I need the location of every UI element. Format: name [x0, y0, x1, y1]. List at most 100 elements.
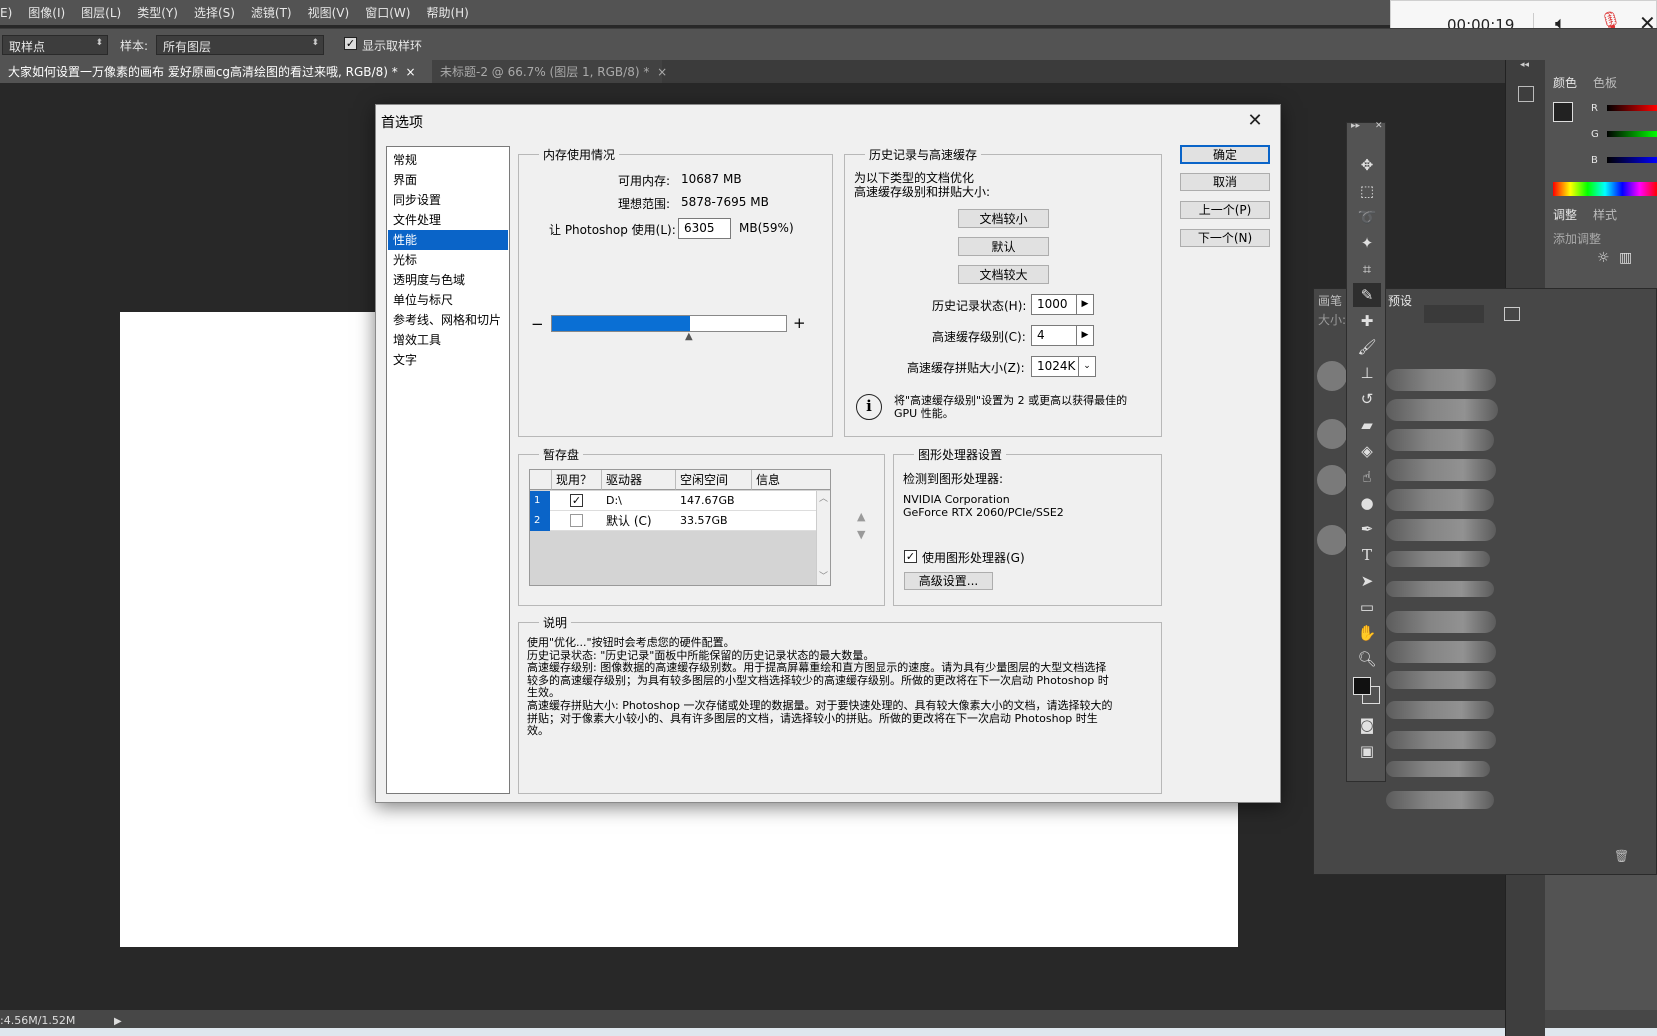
optimize-large-docs-button[interactable]: 文档较大 [958, 265, 1049, 284]
eraser-tool-icon[interactable]: ▰ [1353, 413, 1381, 437]
pen-tool-icon[interactable]: ✒ [1353, 517, 1381, 541]
tab-styles[interactable]: 样式 [1593, 206, 1617, 223]
chevron-down-icon[interactable]: ⌄ [1078, 356, 1096, 377]
tab-document-2[interactable]: 未标题-2 @ 66.7% (图层 1, RGB/8) * × [432, 60, 667, 83]
close-icon[interactable]: × [657, 65, 667, 79]
rectangle-tool-icon[interactable]: ▭ [1353, 595, 1381, 619]
foreground-color-swatch[interactable] [1353, 677, 1371, 695]
eyedropper-tool-icon[interactable]: ✎ [1353, 283, 1381, 307]
channel-r-slider[interactable] [1607, 105, 1657, 111]
brush-size-field[interactable] [1424, 305, 1484, 323]
nav-item-units-rulers[interactable]: 单位与标尺 [388, 290, 508, 310]
quick-mask-icon[interactable]: ◙ [1353, 713, 1381, 737]
nav-item-cursors[interactable]: 光标 [388, 250, 508, 270]
menu-view[interactable]: 视图(V) [300, 4, 358, 21]
crop-tool-icon[interactable]: ⌗ [1353, 257, 1381, 281]
collapse-arrows-icon[interactable]: ◂◂ [1520, 60, 1529, 70]
cancel-button[interactable]: 取消 [1180, 173, 1270, 191]
brush-tool-icon[interactable]: 🖌︎ [1353, 335, 1381, 359]
nav-item-plugins[interactable]: 增效工具 [388, 330, 508, 350]
brush-stroke-preview[interactable] [1386, 459, 1496, 481]
nav-item-sync[interactable]: 同步设置 [388, 190, 508, 210]
nav-item-general[interactable]: 常规 [388, 150, 508, 170]
scroll-up-icon[interactable]: ︿ [819, 491, 828, 504]
nav-item-type[interactable]: 文字 [388, 350, 508, 370]
menu-type[interactable]: 类型(Y) [129, 4, 186, 21]
collapse-arrows-icon[interactable]: ▸▸ [1351, 121, 1360, 131]
play-arrow-icon[interactable]: ▶ [114, 1016, 122, 1027]
type-tool-icon[interactable]: T [1353, 543, 1381, 567]
new-brush-icon[interactable] [1504, 307, 1520, 321]
tab-adjustments[interactable]: 调整 [1553, 206, 1577, 223]
brush-stroke-preview[interactable] [1386, 489, 1494, 511]
memory-use-input[interactable]: 6305 [678, 218, 731, 239]
cache-levels-arrow-icon[interactable]: ▶ [1076, 325, 1094, 346]
ok-button[interactable]: 确定 [1180, 145, 1270, 164]
trash-icon[interactable]: 🗑︎ [1614, 849, 1629, 863]
close-icon[interactable]: ✕ [1240, 107, 1270, 135]
table-row[interactable]: 2 默认 (C) 33.57GB [530, 511, 816, 531]
brush-stroke-preview[interactable] [1386, 369, 1496, 391]
brush-stroke-preview[interactable] [1386, 761, 1490, 777]
brightness-icon[interactable]: ☼ [1597, 250, 1610, 266]
move-down-arrow-icon[interactable]: ▼ [857, 528, 865, 541]
channel-b-slider[interactable] [1607, 157, 1657, 163]
brush-stroke-preview[interactable] [1386, 519, 1496, 541]
stamp-tool-icon[interactable]: ⊥ [1353, 361, 1381, 385]
brush-stroke-preview[interactable] [1386, 671, 1496, 689]
row-active-checkbox[interactable]: ✓ [570, 494, 583, 507]
history-states-input[interactable]: 1000 [1031, 294, 1077, 315]
menu-select[interactable]: 选择(S) [186, 4, 243, 21]
close-icon[interactable]: ✕ [1375, 121, 1383, 131]
dodge-tool-icon[interactable]: ● [1353, 491, 1381, 515]
optimize-small-docs-button[interactable]: 文档较小 [958, 209, 1049, 228]
nav-item-performance[interactable]: 性能 [388, 230, 508, 250]
paint-bucket-tool-icon[interactable]: ◈ [1353, 439, 1381, 463]
brush-stroke-preview[interactable] [1386, 399, 1498, 421]
brush-stroke-preview[interactable] [1386, 551, 1490, 567]
brush-preview-dot[interactable] [1317, 465, 1347, 495]
brush-stroke-preview[interactable] [1386, 731, 1496, 749]
history-brush-tool-icon[interactable]: ↺ [1353, 387, 1381, 411]
nav-item-guides-grid[interactable]: 参考线、网格和切片 [388, 310, 508, 330]
menu-window[interactable]: 窗口(W) [357, 4, 418, 21]
memory-increase-icon[interactable]: + [793, 314, 806, 332]
cache-levels-input[interactable]: 4 [1031, 325, 1077, 346]
brush-preview-dot[interactable] [1317, 361, 1347, 391]
menu-image[interactable]: 图像(I) [20, 4, 73, 21]
tab-document-1[interactable]: 大家如何设置一万像素的画布 爱好原画cg高清绘图的看过来哦, RGB/8) * … [0, 60, 432, 83]
sample-layers-select[interactable]: 所有图层 ⬍ [156, 35, 324, 55]
show-ring-checkbox[interactable]: ✓ [344, 37, 357, 50]
cache-tile-size-select[interactable]: 1024K [1031, 356, 1079, 377]
menu-edit[interactable]: E) [0, 6, 20, 20]
menu-help[interactable]: 帮助(H) [418, 4, 476, 21]
previous-button[interactable]: 上一个(P) [1180, 201, 1270, 219]
path-selection-tool-icon[interactable]: ➤ [1353, 569, 1381, 593]
move-tool-icon[interactable]: ✥ [1353, 153, 1381, 177]
tab-swatches[interactable]: 色板 [1593, 74, 1617, 91]
close-icon[interactable]: × [406, 65, 416, 79]
brush-stroke-preview[interactable] [1386, 429, 1494, 451]
zoom-tool-icon[interactable]: 🔍︎ [1353, 647, 1381, 671]
scroll-down-icon[interactable]: ﹀ [819, 569, 828, 582]
memory-decrease-icon[interactable]: − [531, 315, 544, 333]
memory-slider-thumb[interactable]: ▲ [685, 331, 693, 342]
use-gpu-checkbox[interactable]: ✓ [904, 550, 917, 563]
nav-item-file-handling[interactable]: 文件处理 [388, 210, 508, 230]
tab-brush-presets[interactable]: 预设 [1388, 292, 1412, 309]
history-states-arrow-icon[interactable]: ▶ [1076, 294, 1094, 315]
brush-preview-dot[interactable] [1317, 419, 1347, 449]
foreground-color-swatch[interactable] [1553, 102, 1573, 122]
healing-brush-tool-icon[interactable]: ✚ [1353, 309, 1381, 333]
table-row[interactable]: 1 ✓ D:\ 147.67GB [530, 491, 816, 511]
brush-stroke-preview[interactable] [1386, 701, 1494, 719]
menu-layer[interactable]: 图层(L) [73, 4, 129, 21]
next-button[interactable]: 下一个(N) [1180, 229, 1270, 247]
nav-item-interface[interactable]: 界面 [388, 170, 508, 190]
brush-stroke-preview[interactable] [1386, 581, 1494, 597]
brush-stroke-preview[interactable] [1386, 791, 1494, 809]
tab-brush[interactable]: 画笔 [1318, 292, 1342, 309]
marquee-tool-icon[interactable]: ⬚ [1353, 179, 1381, 203]
brush-preview-dot[interactable] [1317, 525, 1347, 555]
magic-wand-tool-icon[interactable]: ✦ [1353, 231, 1381, 255]
